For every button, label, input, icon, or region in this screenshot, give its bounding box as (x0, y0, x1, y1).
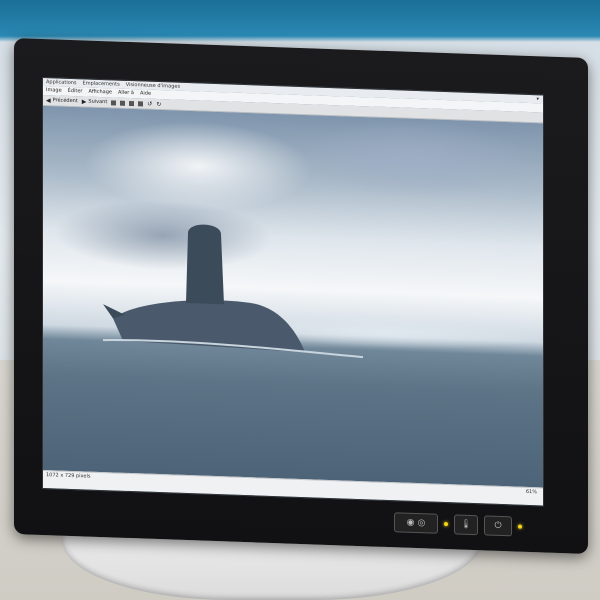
image-dimensions: 1072 x 729 pixels (46, 472, 91, 480)
zoom-in-icon[interactable] (111, 99, 117, 106)
arrow-left-icon: ◀ (46, 96, 51, 104)
zoom-normal-icon[interactable] (129, 100, 135, 106)
zoom-out-icon[interactable] (120, 100, 126, 106)
next-button[interactable]: ▶ Suivant (82, 96, 108, 108)
monitor-screen: Applications Emplacements Visionneuse d'… (42, 76, 544, 507)
system-tray-icon[interactable]: ▾ (536, 95, 539, 103)
rotate-right-icon[interactable]: ↻ (156, 98, 161, 109)
arrow-right-icon: ▶ (81, 97, 87, 106)
monitor-control-panel: ◉ ◎ 🌡 ⏻ (394, 511, 534, 538)
submarine-image (102, 224, 364, 359)
previous-label: Précédent (52, 96, 78, 104)
zoom-level: 61% (525, 488, 537, 496)
status-led (444, 521, 448, 527)
previous-button[interactable]: ◀ Précédent (46, 95, 78, 107)
brightness-button[interactable]: 🌡 (454, 514, 478, 536)
monitor-bezel: Applications Emplacements Visionneuse d'… (14, 37, 588, 555)
next-label: Suivant (88, 98, 108, 105)
power-icon: ⏻ (494, 520, 502, 532)
input-select-button[interactable]: ◉ ◎ (394, 512, 438, 534)
thermometer-icon: 🌡 (460, 519, 472, 530)
submarine-sail (186, 224, 224, 305)
power-led (518, 524, 522, 529)
zoom-fit-icon[interactable] (138, 100, 144, 106)
rotate-left-icon[interactable]: ↺ (147, 98, 152, 109)
input-icon: ◉ (406, 517, 415, 528)
power-button[interactable]: ⏻ (484, 515, 512, 537)
image-viewer[interactable] (43, 105, 543, 488)
adjust-icon: ◎ (417, 518, 426, 529)
